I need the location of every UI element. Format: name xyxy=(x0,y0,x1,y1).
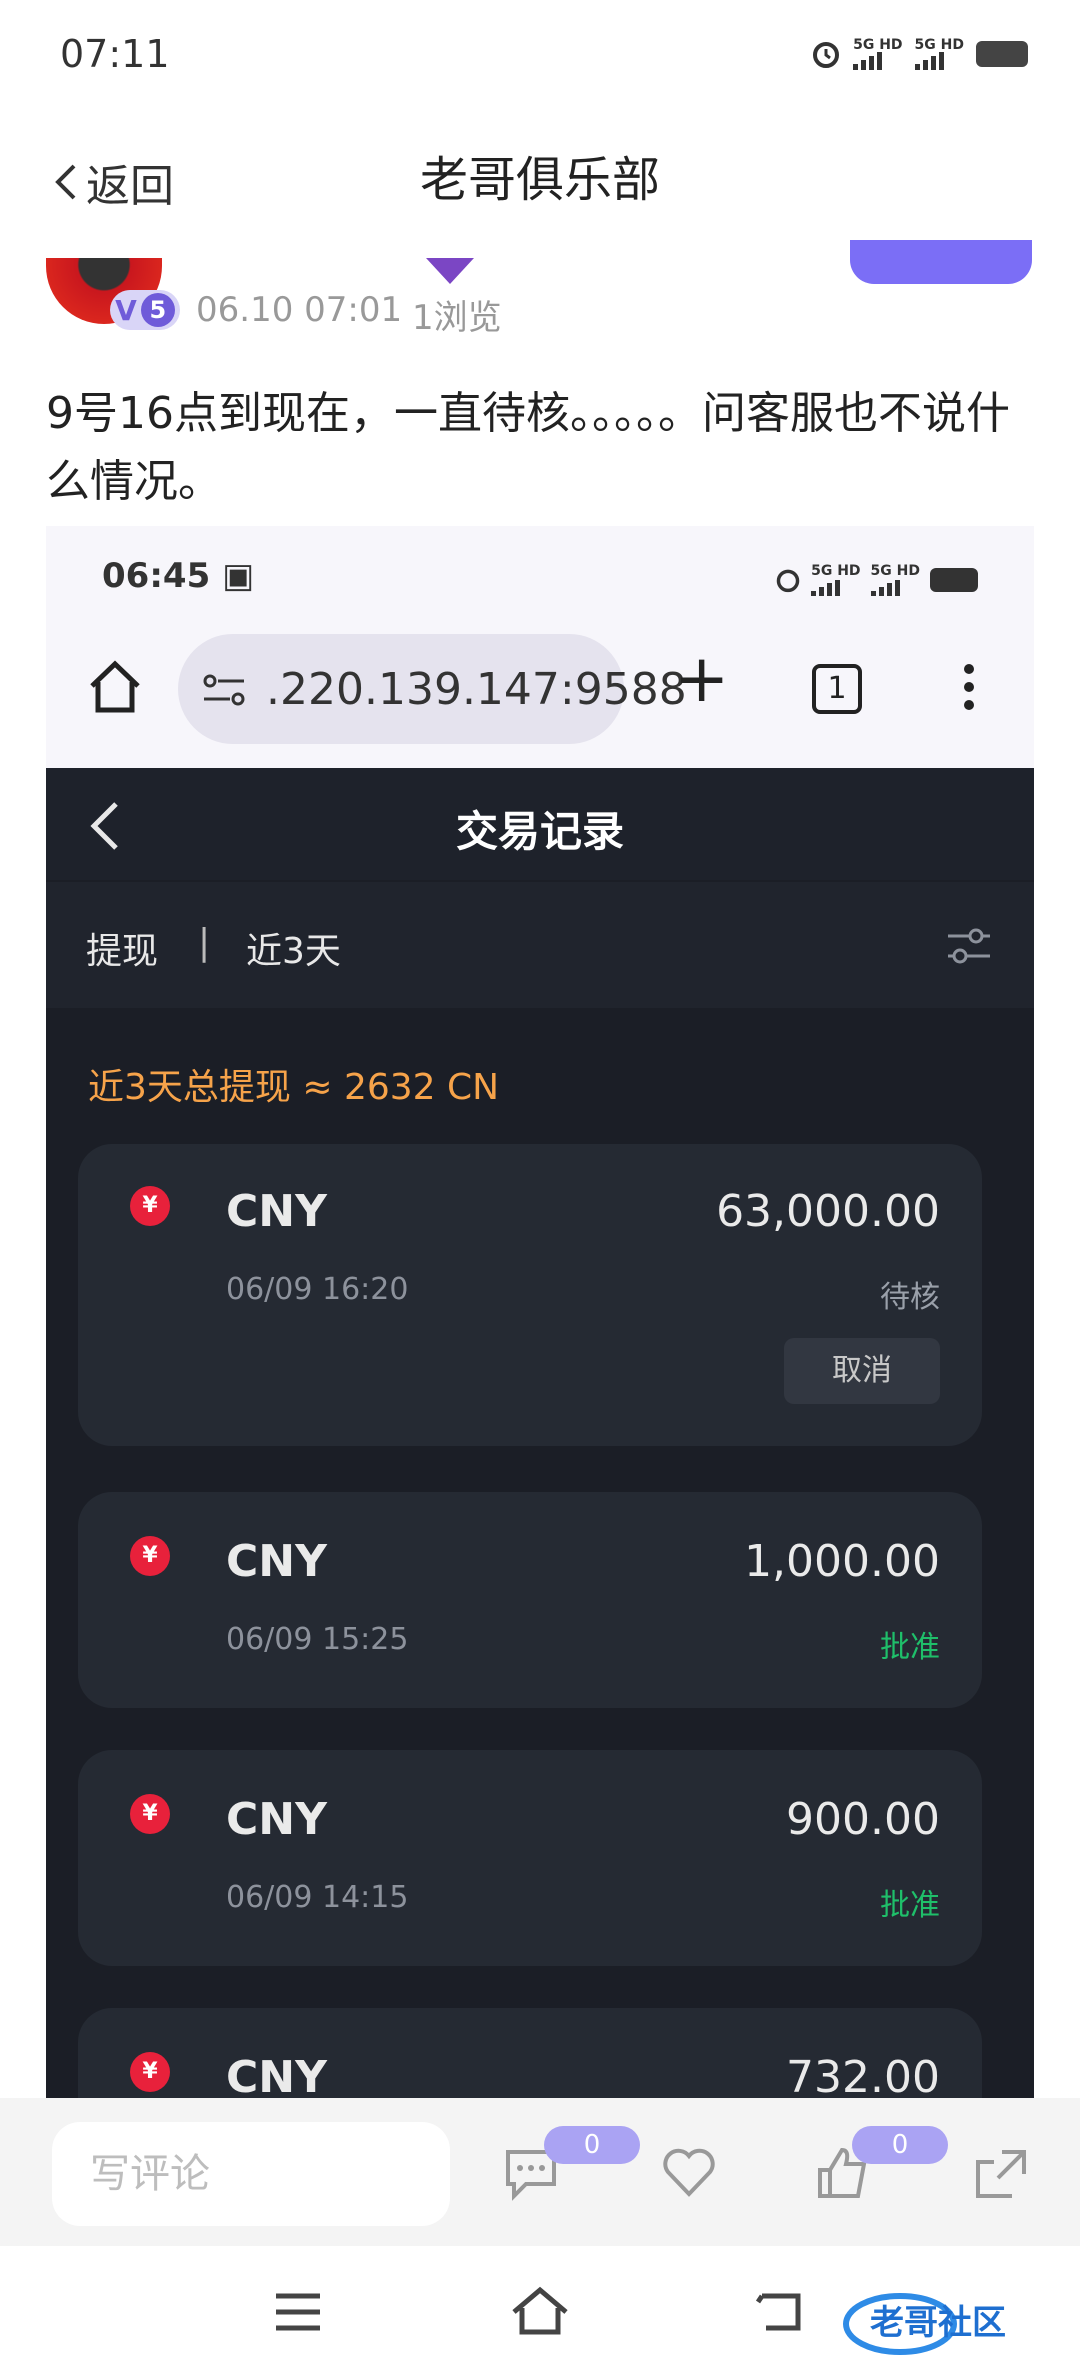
page-title: 老哥俱乐部 xyxy=(419,152,660,208)
yen-icon: ¥ xyxy=(130,1794,170,1834)
record-currency: CNY xyxy=(226,1186,327,1237)
post-image[interactable]: 06:45 ▣ 5G HD 5G HD .220.139.147:9588 + xyxy=(46,526,1034,2100)
network-label-1: 5G HD xyxy=(811,563,861,579)
like-count-badge: 0 xyxy=(852,2126,948,2164)
comment-input[interactable]: 写评论 xyxy=(52,2122,450,2226)
record-card: ¥ CNY 1,000.00 06/09 15:25 批准 xyxy=(78,1492,982,1708)
post-date: 06.10 07:01 xyxy=(196,290,403,330)
record-time: 06/09 15:25 xyxy=(226,1622,409,1657)
record-time: 06/09 16:20 xyxy=(226,1272,409,1307)
cancel-button: 取消 xyxy=(784,1338,940,1404)
record-currency: CNY xyxy=(226,1536,327,1587)
record-time: 06/09 14:15 xyxy=(226,1880,409,1915)
alarm-icon xyxy=(813,42,840,68)
post-text: 9号16点到现在，一直待核。。。。。问客服也不说什么情况。 xyxy=(46,388,1010,507)
record-currency: CNY xyxy=(226,2052,327,2100)
filter-type: 提现 xyxy=(86,931,159,972)
status-icons: 5G HD 5G HD xyxy=(811,38,1028,70)
status-bar: 07:11 5G HD 5G HD xyxy=(0,0,1080,115)
filter-bar: 提现 | 近3天 xyxy=(46,882,1034,1008)
home-icon[interactable] xyxy=(510,2286,570,2336)
tab-count: 1 xyxy=(812,664,862,714)
comment-bar: 写评论 0 0 xyxy=(0,2098,1080,2246)
battery-icon xyxy=(930,568,978,592)
screenshot-status-icons: 5G HD 5G HD xyxy=(775,564,978,596)
network-label-1: 5G HD xyxy=(853,37,903,53)
site-logo: 老哥社区 xyxy=(843,2293,1006,2355)
signal-icon xyxy=(870,578,920,596)
new-tab-icon: + xyxy=(674,640,730,717)
network-label-2: 5G HD xyxy=(870,563,920,579)
battery-icon xyxy=(976,41,1028,67)
url-text: .220.139.147:9588 xyxy=(266,664,687,715)
app-header: 交易记录 xyxy=(46,768,1034,880)
comment-count-badge: 0 xyxy=(544,2126,640,2164)
browser-bar: 06:45 ▣ 5G HD 5G HD .220.139.147:9588 + xyxy=(46,526,1034,768)
network-label-2: 5G HD xyxy=(914,37,964,53)
record-status: 批准 xyxy=(880,1630,940,1665)
url-bar: .220.139.147:9588 xyxy=(178,634,687,744)
yen-icon: ¥ xyxy=(130,1536,170,1576)
status-time: 07:11 xyxy=(60,32,170,76)
screenshot-time: 06:45 ▣ xyxy=(102,556,255,596)
site-settings-icon xyxy=(203,674,245,706)
home-icon xyxy=(90,660,140,713)
record-card: ¥ CNY 900.00 06/09 14:15 批准 xyxy=(78,1750,982,1966)
gem-icon xyxy=(426,258,474,284)
signal-icon xyxy=(853,52,902,70)
back-nav-icon[interactable] xyxy=(756,2290,804,2334)
filter-separator: | xyxy=(198,922,211,963)
record-amount: 1,000.00 xyxy=(744,1536,940,1587)
filter-icon xyxy=(948,928,990,964)
signal-icon xyxy=(914,52,964,70)
heart-icon[interactable] xyxy=(660,2144,718,2202)
record-status: 待核 xyxy=(880,1280,940,1315)
record-card: ¥ CNY 732.00 xyxy=(78,2008,982,2100)
alarm-icon xyxy=(776,569,800,593)
view-count: 1浏览 xyxy=(412,298,502,338)
record-status: 批准 xyxy=(880,1888,940,1923)
system-nav-bar: 老哥社区 xyxy=(0,2246,1080,2376)
share-icon[interactable] xyxy=(972,2144,1030,2202)
record-amount: 63,000.00 xyxy=(716,1186,940,1237)
record-card: ¥ CNY 63,000.00 06/09 16:20 待核 取消 xyxy=(78,1144,982,1446)
yen-icon: ¥ xyxy=(130,1186,170,1226)
record-amount: 900.00 xyxy=(786,1794,940,1845)
filter-range: 近3天 xyxy=(246,931,341,972)
yen-icon: ¥ xyxy=(130,2052,170,2092)
svg-text:老哥社区: 老哥社区 xyxy=(870,2303,1006,2343)
screenshot-title: 交易记录 xyxy=(455,807,624,856)
follow-button[interactable] xyxy=(850,240,1032,284)
menu-icon[interactable] xyxy=(274,2292,322,2332)
withdraw-summary: 近3天总提现 ≈ 2632 CN xyxy=(88,1067,500,1108)
level-badge: V5 xyxy=(110,290,180,330)
more-icon xyxy=(962,664,976,714)
record-currency: CNY xyxy=(226,1794,327,1845)
signal-icon xyxy=(811,578,860,596)
record-amount: 732.00 xyxy=(786,2052,940,2100)
